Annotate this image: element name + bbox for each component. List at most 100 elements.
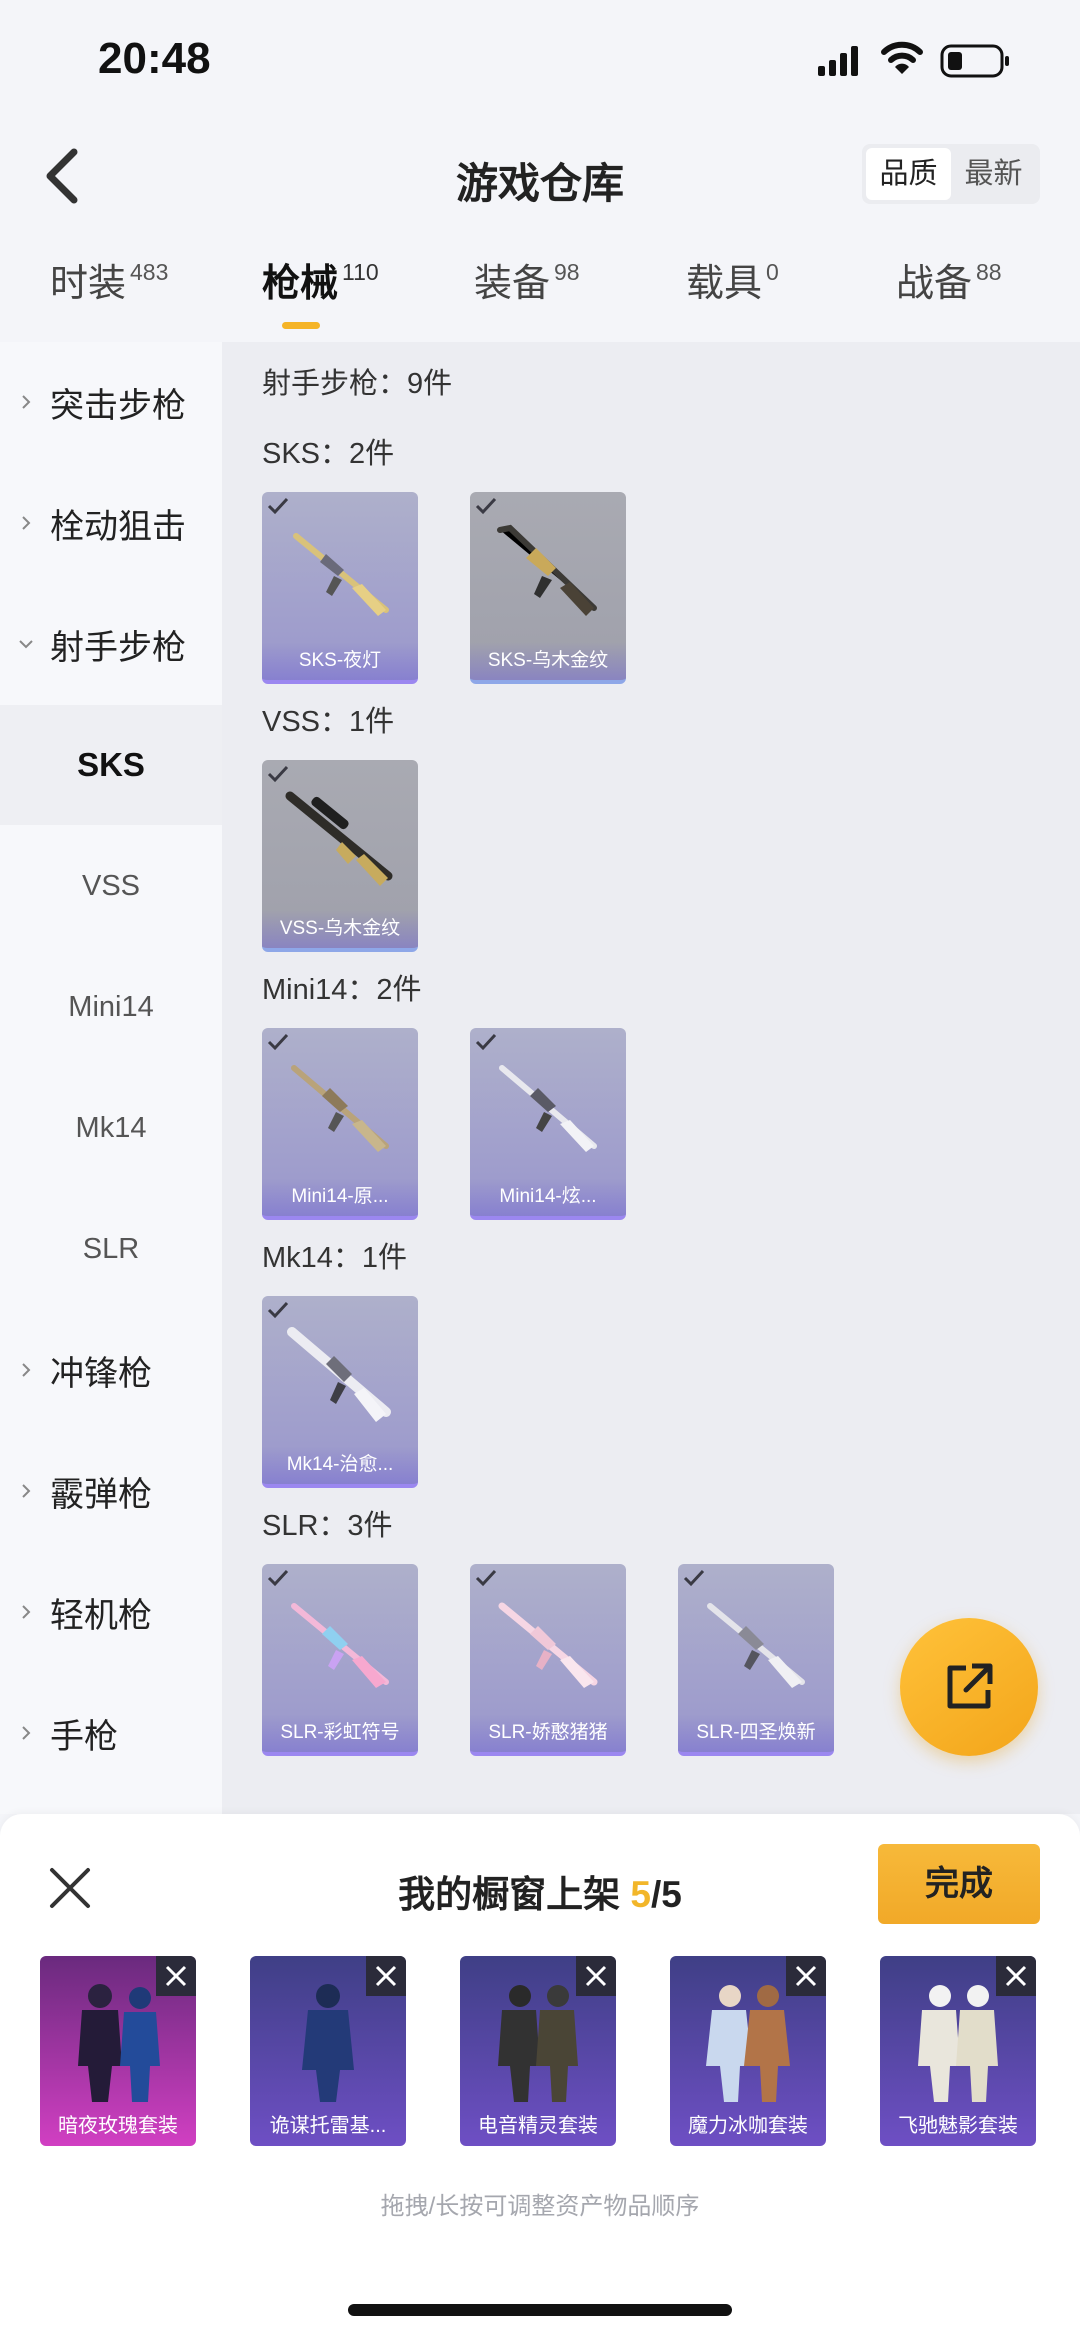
- sidebar-item-mk14[interactable]: Mk14: [0, 1068, 222, 1188]
- panel-title-text: 我的橱窗上架: [398, 1874, 631, 1915]
- active-tab-indicator: [282, 322, 320, 329]
- tab-count: 0: [766, 259, 779, 285]
- weapon-name: SLR-四圣焕新: [678, 1714, 834, 1752]
- close-icon: [795, 1965, 817, 1987]
- sidebar-item-lmg[interactable]: 轻机枪: [0, 1552, 222, 1672]
- check-icon: [683, 1569, 705, 1587]
- showcase-outfit[interactable]: 飞驰魅影套装: [880, 1956, 1036, 2146]
- outfit-name: 诡谋托雷基...: [269, 2115, 387, 2137]
- chevron-right-icon: [22, 1484, 31, 1498]
- weapon-name: SLR-彩虹符号: [262, 1714, 418, 1752]
- tab-vehicles[interactable]: 载具 0: [686, 252, 779, 307]
- chevron-down-icon: [19, 640, 33, 649]
- share-button[interactable]: [900, 1618, 1038, 1756]
- weapon-name: SKS-夜灯: [262, 642, 418, 680]
- status-bar: 20:48: [0, 0, 1080, 120]
- chevron-right-icon: [22, 395, 31, 409]
- weapon-card[interactable]: SKS-乌木金纹: [470, 492, 626, 684]
- weapon-card[interactable]: SKS-夜灯: [262, 492, 418, 684]
- weapon-card[interactable]: Mini14-炫...: [470, 1028, 626, 1220]
- sidebar-item-label: 栓动狙击: [50, 507, 186, 546]
- weapon-card[interactable]: Mini14-原...: [262, 1028, 418, 1220]
- weapon-type-sidebar: 突击步枪 栓动狙击 射手步枪 SKS VSS Mini14 Mk14 SLR 冲…: [0, 342, 222, 1814]
- weapon-name: Mk14-治愈...: [262, 1446, 418, 1484]
- showcase-outfit[interactable]: 魔力冰咖套装: [670, 1956, 826, 2146]
- weapon-name: VSS-乌木金纹: [262, 910, 418, 948]
- section-label: SKS：2件: [262, 438, 395, 470]
- tab-equipment[interactable]: 装备 98: [474, 252, 580, 307]
- remove-outfit-button[interactable]: [996, 1956, 1036, 1996]
- weapon-card[interactable]: SLR-彩虹符号: [262, 1564, 418, 1756]
- tab-count: 483: [130, 259, 169, 285]
- showcase-outfit[interactable]: 诡谋托雷基...: [250, 1956, 406, 2146]
- sidebar-item-label: Mini14: [68, 990, 154, 1023]
- rifle-icon: [499, 1065, 597, 1152]
- tab-label: 战备: [896, 263, 973, 305]
- weapon-list: 射手步枪：9件 SKS：2件 SKS-夜灯 SKS-乌木金纹 VSS：1件 VS…: [222, 342, 1080, 1814]
- check-icon: [267, 497, 289, 515]
- check-icon: [475, 1569, 497, 1587]
- battery-icon: [940, 44, 1009, 78]
- sidebar-item-pistol[interactable]: 手枪: [0, 1673, 222, 1793]
- sort-option-quality[interactable]: 品质: [866, 148, 951, 200]
- sort-toggle: 品质 最新: [862, 144, 1040, 204]
- weapon-card[interactable]: VSS-乌木金纹: [262, 760, 418, 952]
- sniper-rifle-icon: [285, 791, 393, 886]
- rifle-icon: [293, 533, 389, 616]
- sidebar-item-label: 射手步枪: [50, 628, 186, 667]
- remove-outfit-button[interactable]: [786, 1956, 826, 1996]
- showcase-current-count: 5: [630, 1874, 651, 1915]
- sidebar-item-marksman-rifle[interactable]: 射手步枪: [0, 584, 222, 704]
- sort-option-newest[interactable]: 最新: [951, 148, 1036, 200]
- check-icon: [267, 765, 289, 783]
- tab-label: 枪械: [262, 263, 339, 305]
- remove-outfit-button[interactable]: [576, 1956, 616, 1996]
- outfit-name: 电音精灵套装: [478, 2115, 598, 2137]
- sidebar-item-vss[interactable]: VSS: [0, 826, 222, 946]
- sidebar-item-label: 轻机枪: [50, 1596, 152, 1635]
- chevron-right-icon: [22, 1605, 31, 1619]
- sidebar-item-smg[interactable]: 冲锋枪: [0, 1310, 222, 1430]
- weapon-card[interactable]: SLR-娇憨猪猪: [470, 1564, 626, 1756]
- weapon-card[interactable]: Mk14-治愈...: [262, 1296, 418, 1488]
- section-label: Mini14：2件: [262, 974, 422, 1006]
- sidebar-item-label: SLR: [82, 1232, 140, 1265]
- signal-icon: [818, 46, 858, 76]
- remove-outfit-button[interactable]: [366, 1956, 406, 1996]
- rifle-icon: [291, 1603, 389, 1688]
- rifle-icon: [707, 1603, 805, 1688]
- status-time: 20:48: [98, 34, 211, 83]
- wifi-icon: [881, 41, 923, 74]
- sidebar-item-sks[interactable]: SKS: [0, 705, 222, 825]
- close-icon: [165, 1965, 187, 1987]
- tab-firearms[interactable]: 枪械 110: [262, 252, 379, 307]
- rifle-icon: [497, 524, 597, 616]
- tab-fashion[interactable]: 时装 483: [50, 252, 168, 307]
- showcase-outfit[interactable]: 电音精灵套装: [460, 1956, 616, 2146]
- check-icon: [267, 1301, 289, 1319]
- weapon-name: SKS-乌木金纹: [470, 642, 626, 680]
- close-icon: [1005, 1965, 1027, 1987]
- chevron-right-icon: [22, 1363, 31, 1377]
- sidebar-item-label: VSS: [81, 869, 141, 902]
- outfit-name: 暗夜玫瑰套装: [58, 2115, 178, 2137]
- sidebar-item-mini14[interactable]: Mini14: [0, 947, 222, 1067]
- sidebar-item-label: Mk14: [75, 1111, 147, 1144]
- sidebar-item-slr[interactable]: SLR: [0, 1189, 222, 1309]
- check-icon: [267, 1033, 289, 1051]
- weapon-card[interactable]: SLR-四圣焕新: [678, 1564, 834, 1756]
- tab-supplies[interactable]: 战备 88: [896, 252, 1002, 307]
- tab-label: 装备: [474, 263, 551, 305]
- sidebar-item-shotgun[interactable]: 霰弹枪: [0, 1431, 222, 1551]
- outfit-name: 魔力冰咖套装: [688, 2115, 808, 2137]
- done-button[interactable]: 完成: [878, 1844, 1040, 1924]
- tab-count: 88: [976, 259, 1002, 285]
- remove-outfit-button[interactable]: [156, 1956, 196, 1996]
- sidebar-item-assault-rifle[interactable]: 突击步枪: [0, 342, 222, 462]
- header: 游戏仓库 品质 最新: [0, 130, 1080, 220]
- check-icon: [267, 1569, 289, 1587]
- showcase-outfit[interactable]: 暗夜玫瑰套装: [40, 1956, 196, 2146]
- close-icon: [375, 1965, 397, 1987]
- sidebar-item-bolt-sniper[interactable]: 栓动狙击: [0, 463, 222, 583]
- sidebar-item-label: 霰弹枪: [50, 1475, 152, 1514]
